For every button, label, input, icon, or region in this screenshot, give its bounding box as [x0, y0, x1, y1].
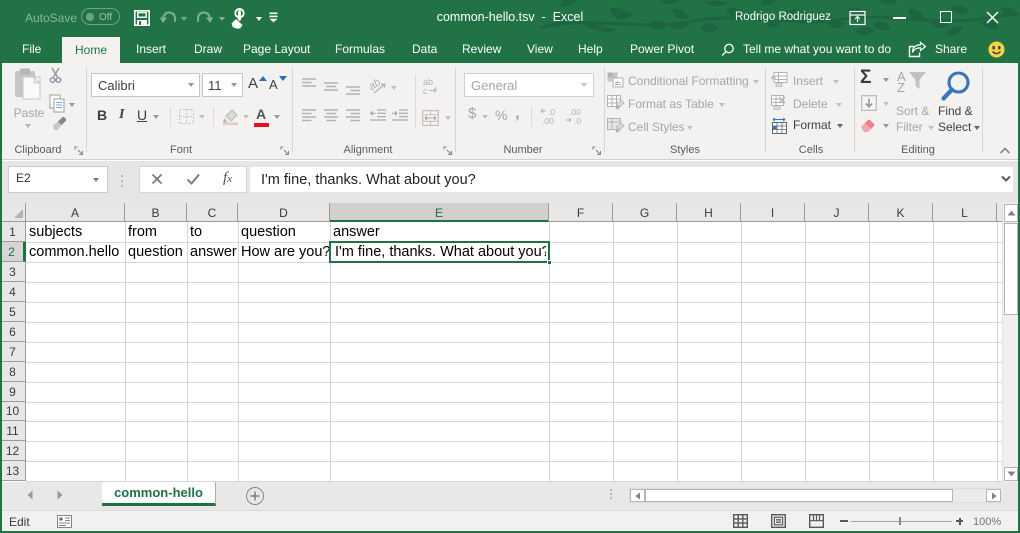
svg-text:≠: ≠: [615, 81, 619, 88]
svg-text:c: c: [423, 86, 428, 94]
svg-text:.0: .0: [574, 116, 581, 125]
svg-text:.00: .00: [542, 116, 554, 125]
